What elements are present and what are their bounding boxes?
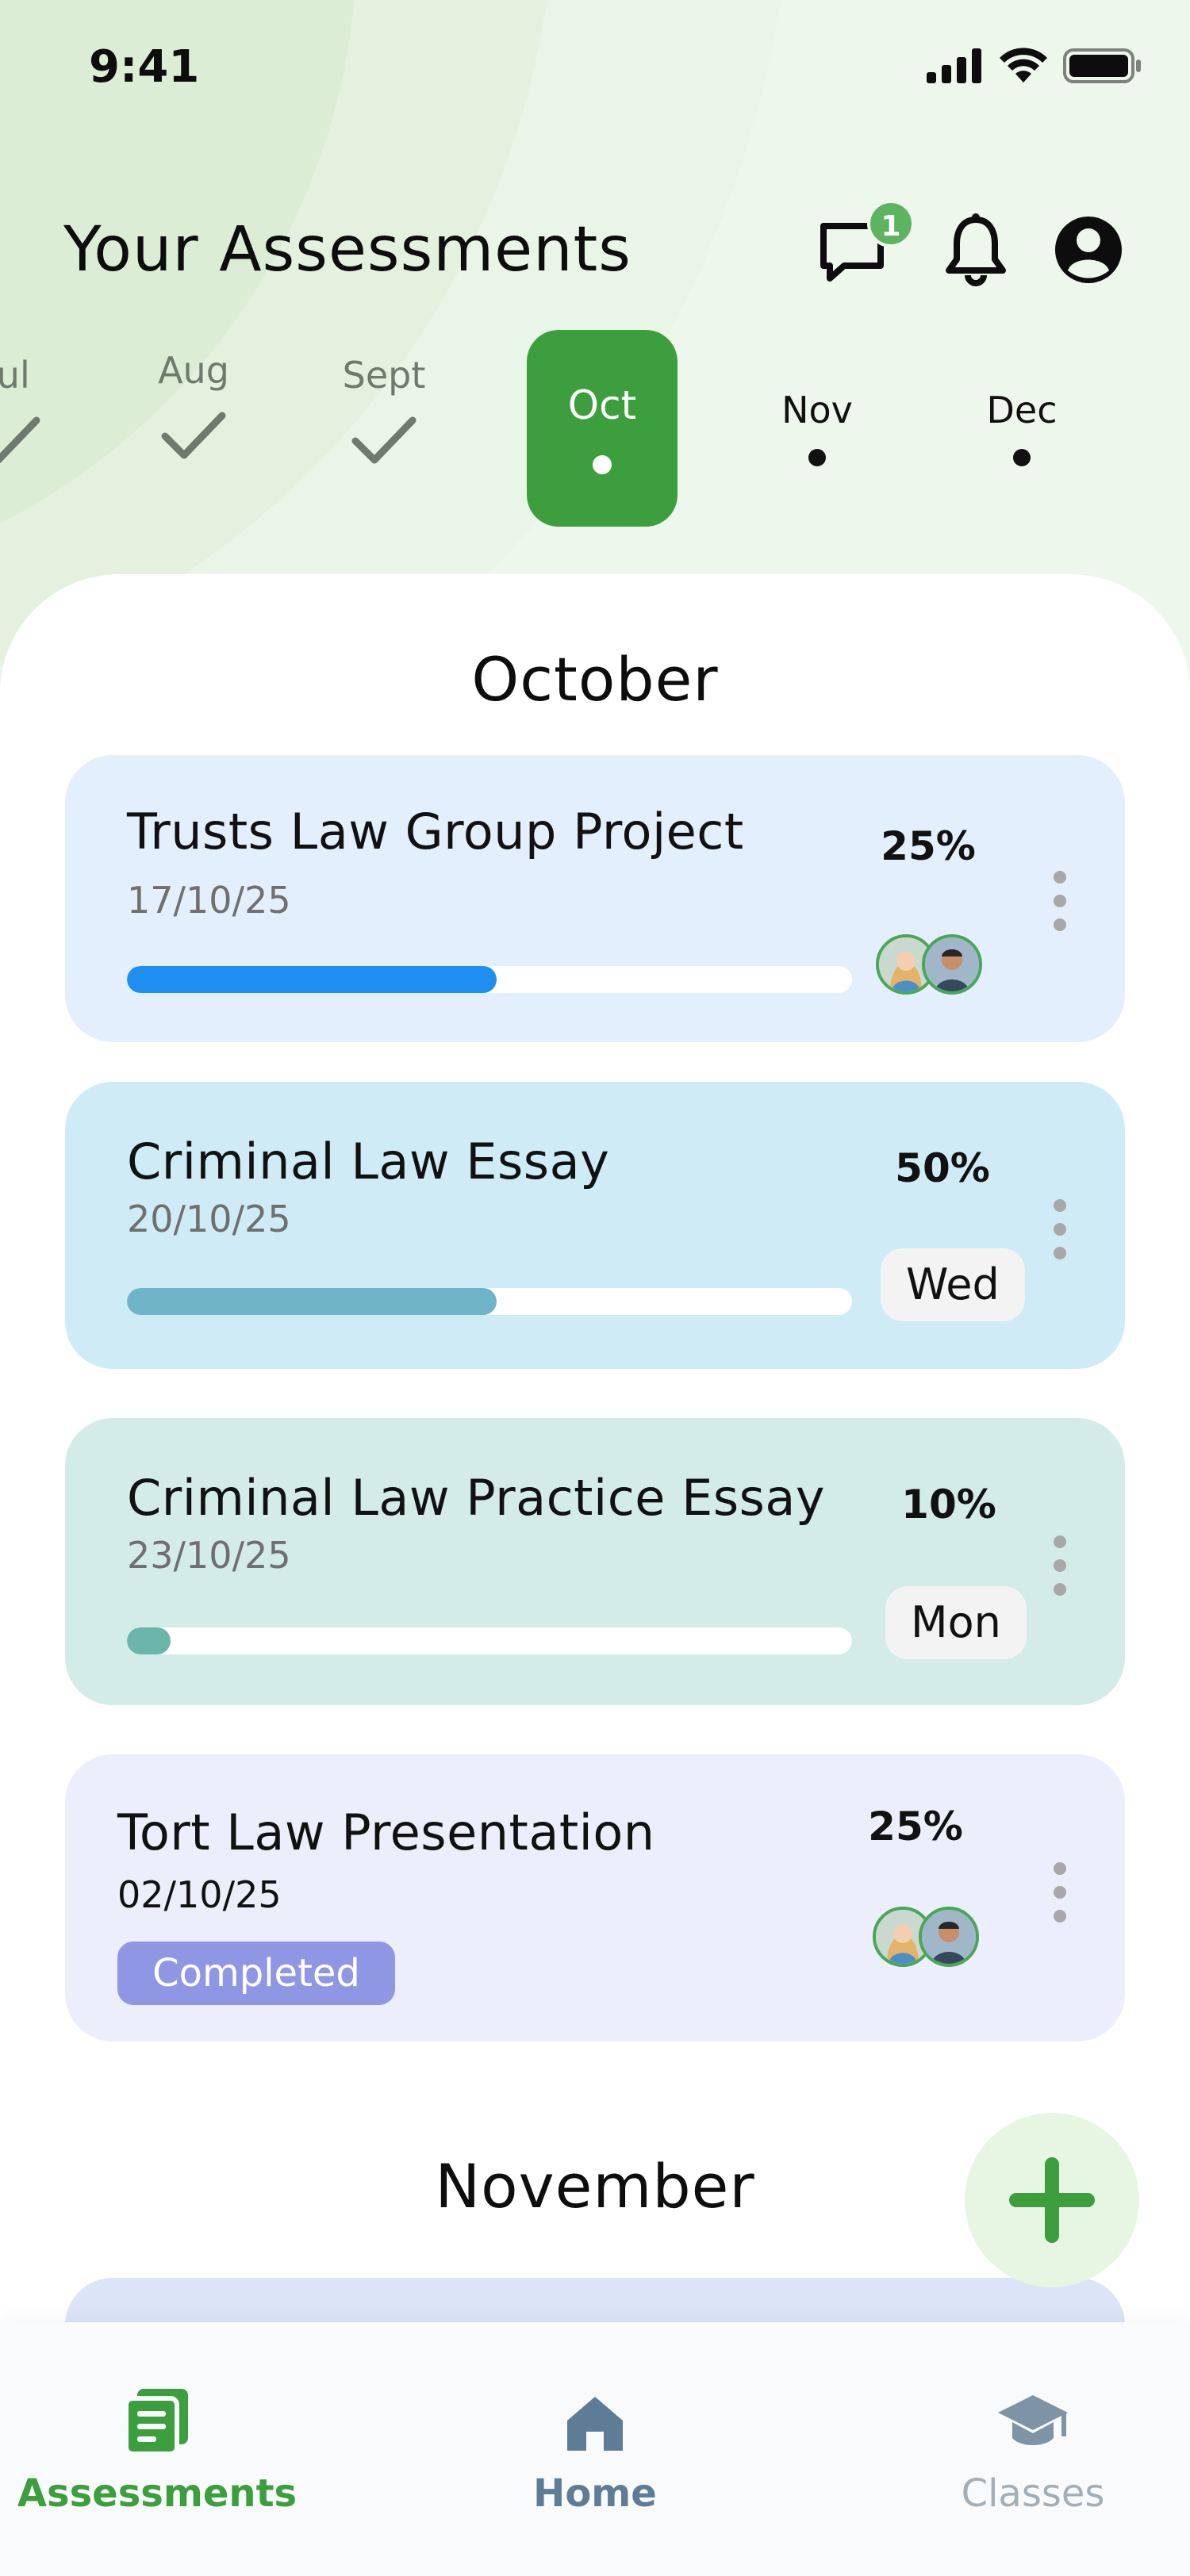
progress-bar — [127, 1627, 852, 1654]
page-title: Your Assessments — [63, 214, 631, 286]
avatar — [922, 934, 982, 995]
month-sept[interactable]: Sept — [313, 354, 455, 476]
assessment-card[interactable]: Criminal Law Practice Essay 23/10/25 10%… — [65, 1418, 1125, 1705]
card-date: 02/10/25 — [117, 1873, 282, 1916]
progress-bar — [127, 966, 852, 993]
card-title: Trusts Law Group Project — [127, 803, 744, 861]
wifi-icon — [1000, 48, 1047, 82]
card-percent: 10% — [901, 1482, 996, 1528]
due-day-chip: Mon — [885, 1586, 1027, 1659]
check-icon — [161, 412, 226, 459]
due-day-chip: Wed — [881, 1248, 1025, 1321]
month-aug[interactable]: Aug — [122, 349, 265, 471]
battery-icon — [1063, 48, 1141, 83]
section-title-october: October — [471, 644, 719, 715]
check-icon — [351, 416, 416, 464]
messages-badge: 1 — [867, 200, 915, 247]
collaborator-avatars[interactable] — [873, 1907, 984, 1970]
month-dec[interactable]: Dec — [950, 389, 1093, 466]
progress-bar — [127, 1288, 852, 1315]
collaborator-avatars[interactable] — [876, 934, 987, 998]
assessment-card[interactable]: Tort Law Presentation 02/10/25 25% Compl… — [65, 1754, 1125, 2041]
status-time: 9:41 — [89, 41, 200, 93]
card-percent: 25% — [881, 823, 976, 869]
card-percent: 50% — [895, 1145, 990, 1191]
avatar — [919, 1907, 979, 1967]
card-date: 20/10/25 — [127, 1198, 291, 1240]
graduation-cap-icon — [998, 2395, 1068, 2445]
status-bar: 9:41 — [0, 0, 1190, 143]
add-assessment-button[interactable] — [965, 2113, 1139, 2287]
card-percent: 25% — [868, 1804, 963, 1850]
card-title: Criminal Law Essay — [127, 1133, 610, 1190]
month-indicator-dot — [593, 455, 612, 474]
nav-assessments[interactable]: Assessments — [0, 2386, 316, 2516]
card-date: 17/10/25 — [127, 879, 291, 922]
bottom-nav: Assessments Home Classes — [0, 2322, 1190, 2576]
more-icon[interactable] — [1054, 1199, 1068, 1271]
assessments-icon — [124, 2389, 188, 2456]
bell-icon[interactable] — [936, 210, 1015, 289]
card-title: Criminal Law Practice Essay — [127, 1469, 826, 1527]
month-oct-selected[interactable]: Oct — [527, 330, 678, 527]
completed-badge: Completed — [117, 1942, 395, 2005]
more-icon[interactable] — [1054, 1862, 1068, 1934]
check-icon — [0, 416, 40, 464]
home-icon — [567, 2397, 623, 2451]
month-jul[interactable]: Jul — [0, 354, 79, 476]
more-icon[interactable] — [1054, 1535, 1068, 1607]
profile-icon[interactable] — [1049, 210, 1128, 289]
card-title: Tort Law Presentation — [117, 1804, 655, 1861]
month-indicator-dot — [1013, 449, 1031, 466]
month-indicator-dot — [808, 449, 826, 466]
assessment-card[interactable]: Criminal Law Essay 20/10/25 50% Wed — [65, 1082, 1125, 1369]
month-nov[interactable]: Nov — [746, 389, 889, 466]
nav-classes[interactable]: Classes — [874, 2386, 1190, 2516]
more-icon[interactable] — [1054, 871, 1068, 942]
nav-home[interactable]: Home — [436, 2386, 754, 2516]
assessment-card[interactable]: Trusts Law Group Project 17/10/25 25% — [65, 755, 1125, 1042]
signal-icon — [927, 48, 981, 83]
card-date: 23/10/25 — [127, 1534, 291, 1577]
